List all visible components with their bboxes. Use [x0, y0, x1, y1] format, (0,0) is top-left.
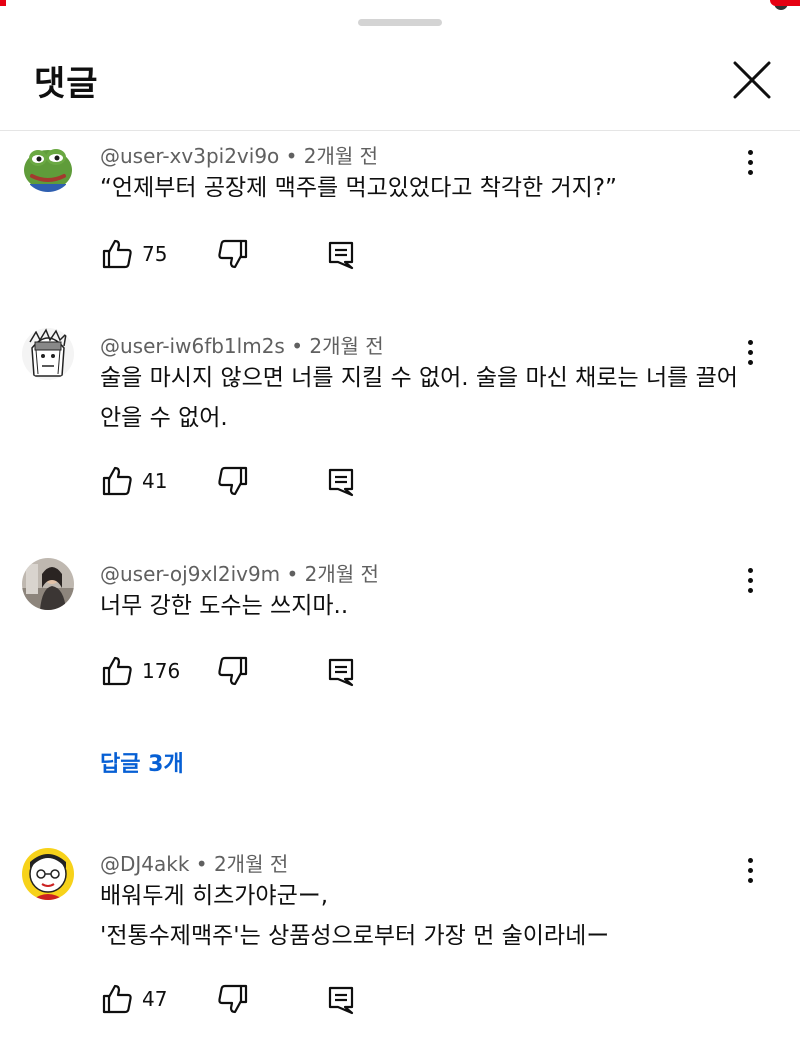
avatar[interactable]	[22, 140, 74, 192]
avatar[interactable]	[22, 848, 74, 900]
like-button[interactable]	[100, 982, 134, 1016]
dislike-button[interactable]	[216, 654, 250, 688]
status-edge-right	[770, 0, 800, 6]
status-edge-left	[0, 0, 6, 6]
thumbs-down-icon	[218, 239, 248, 269]
like-button[interactable]	[100, 654, 134, 688]
comment-reply-icon	[328, 986, 354, 1015]
status-strip	[0, 0, 800, 10]
like-button[interactable]	[100, 464, 134, 498]
comment-item: @user-oj9xl2iv9m • 2개월 전 너무 강한 도수는 쓰지마..…	[0, 548, 800, 798]
avatar[interactable]	[22, 328, 74, 380]
close-button[interactable]	[726, 54, 778, 106]
comment-author-meta: @user-xv3pi2vi9o • 2개월 전	[100, 144, 379, 168]
thumbs-up-icon	[102, 656, 132, 686]
comment-actions: 176	[100, 654, 400, 690]
comment-text-line: '전통수제맥주'는 상품성으로부터 가장 먼 술이라네ー	[100, 923, 610, 949]
cartoon-avatar-icon	[22, 848, 74, 900]
comment-actions: 47	[100, 982, 400, 1018]
comment-text: “언제부터 공장제 맥주를 먹고있었다고 착각한 거지?”	[100, 175, 617, 201]
comments-header: 댓글	[0, 40, 800, 131]
comment-item: @user-xv3pi2vi9o • 2개월 전 “언제부터 공장제 맥주를 먹…	[0, 130, 800, 290]
comment-reply-icon	[328, 241, 354, 270]
thumbs-down-icon	[218, 466, 248, 496]
thumbs-up-icon	[102, 239, 132, 269]
more-options-button[interactable]	[734, 568, 766, 608]
close-icon	[733, 61, 771, 99]
comment-actions: 75	[100, 237, 400, 273]
like-count: 75	[142, 242, 168, 266]
comment-item: @user-iw6fb1lm2s • 2개월 전 술을 마시지 않으면 너를 지…	[0, 320, 800, 510]
dislike-button[interactable]	[216, 464, 250, 498]
comment-text: 배워두게 히츠가야군ー, '전통수제맥주'는 상품성으로부터 가장 먼 술이라네…	[100, 876, 740, 956]
reply-button[interactable]	[324, 654, 358, 688]
like-count: 41	[142, 469, 168, 493]
reply-button[interactable]	[324, 982, 358, 1016]
comment-text-line: 배워두게 히츠가야군ー,	[100, 883, 329, 909]
more-options-button[interactable]	[734, 340, 766, 380]
comment-reply-icon	[328, 658, 354, 687]
frog-avatar-icon	[22, 140, 74, 192]
dislike-button[interactable]	[216, 982, 250, 1016]
reply-button[interactable]	[324, 237, 358, 271]
page-title: 댓글	[34, 64, 99, 104]
like-count: 176	[142, 659, 181, 683]
manga-ninja-avatar-icon	[22, 328, 74, 380]
comment-text: 너무 강한 도수는 쓰지마..	[100, 593, 349, 619]
more-options-button[interactable]	[734, 858, 766, 898]
thumbs-down-icon	[218, 984, 248, 1014]
thumbs-down-icon	[218, 656, 248, 686]
thumbs-up-icon	[102, 466, 132, 496]
comment-author-meta: @user-oj9xl2iv9m • 2개월 전	[100, 562, 379, 586]
reply-button[interactable]	[324, 464, 358, 498]
comment-item: @DJ4akk • 2개월 전 배워두게 히츠가야군ー, '전통수제맥주'는 상…	[0, 838, 800, 1038]
comment-text: 술을 마시지 않으면 너를 지킬 수 없어. 술을 마신 채로는 너를 끌어안을…	[100, 365, 738, 431]
comment-reply-icon	[328, 468, 354, 497]
like-button[interactable]	[100, 237, 134, 271]
view-replies-link[interactable]: 답글 3개	[100, 746, 184, 778]
comment-author-meta: @user-iw6fb1lm2s • 2개월 전	[100, 334, 384, 358]
avatar[interactable]	[22, 558, 74, 610]
thumbs-up-icon	[102, 984, 132, 1014]
comment-author-meta: @DJ4akk • 2개월 전	[100, 852, 289, 876]
more-options-button[interactable]	[734, 150, 766, 190]
dislike-button[interactable]	[216, 237, 250, 271]
comment-actions: 41	[100, 464, 400, 500]
like-count: 47	[142, 987, 168, 1011]
photo-avatar-icon	[22, 558, 74, 610]
sheet-drag-handle[interactable]	[358, 19, 442, 26]
